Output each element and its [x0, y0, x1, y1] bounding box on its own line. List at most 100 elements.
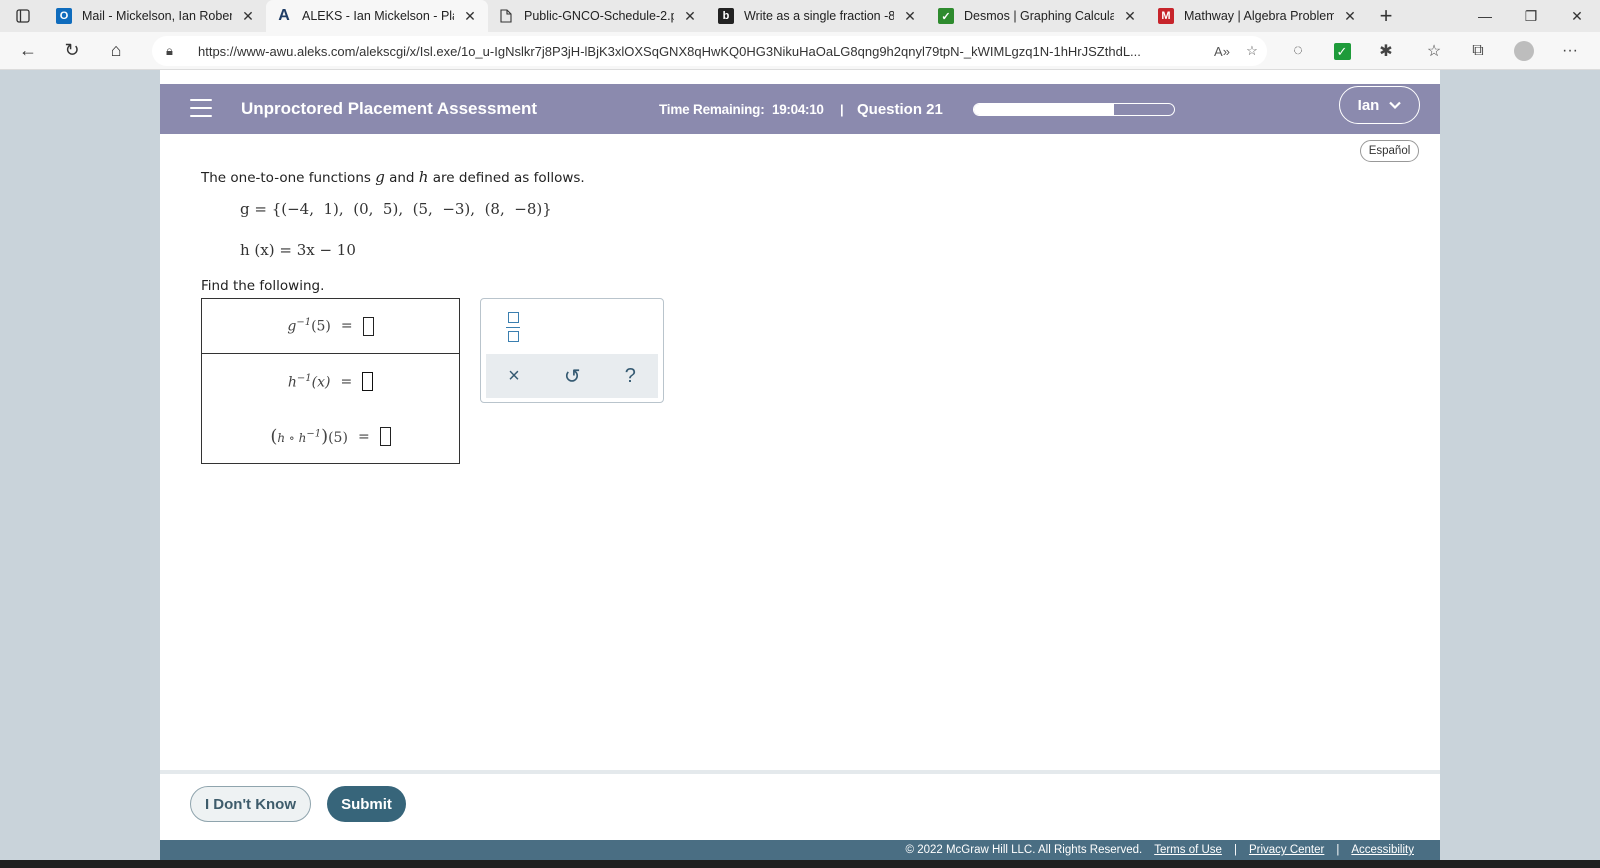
refresh-icon[interactable]: ↻: [50, 32, 94, 70]
header-separator: |: [840, 102, 844, 117]
answer-row-g-inverse: g−1(5) =: [202, 299, 459, 354]
lock-icon: 🔒︎: [166, 43, 173, 58]
user-menu-button[interactable]: Ian: [1339, 86, 1420, 124]
footer-separator: |: [1336, 844, 1340, 856]
home-icon[interactable]: ⌂: [94, 32, 138, 70]
collections-icon[interactable]: ⧉: [1458, 32, 1498, 70]
page-title: Unproctored Placement Assessment: [241, 99, 538, 118]
argument: (5): [311, 318, 331, 335]
action-bar: I Don't Know Submit: [160, 770, 1440, 832]
func-name: h ∘ h: [277, 431, 307, 445]
copyright-bar: © 2022 McGraw Hill LLC. All Rights Reser…: [160, 840, 1440, 860]
argument: (5): [328, 430, 348, 446]
answer-input-1[interactable]: [362, 316, 374, 336]
profile-icon[interactable]: [1504, 32, 1544, 70]
answer-input-3[interactable]: [379, 427, 391, 446]
extensions-icon[interactable]: ✱: [1366, 32, 1406, 70]
dont-know-button[interactable]: I Don't Know: [190, 786, 311, 822]
url-field[interactable]: 🔒︎ https://www-awu.aleks.com/alekscgi/x/…: [152, 36, 1267, 66]
close-window-icon[interactable]: ✕: [1554, 0, 1600, 32]
time-remaining-label: Time Remaining:: [659, 102, 765, 117]
favorite-add-icon[interactable]: ☆: [1237, 43, 1267, 59]
accessibility-link[interactable]: Accessibility: [1351, 844, 1414, 856]
problem-intro: The one-to-one functions g and h are def…: [201, 168, 585, 186]
answer-row-composition: (h ∘ h−1)(5) =: [202, 409, 459, 464]
tab-close-icon[interactable]: ✕: [1122, 8, 1138, 25]
tab-close-icon[interactable]: ✕: [902, 8, 918, 25]
func-name: g: [287, 318, 297, 335]
inverse-sup: −1: [296, 372, 312, 384]
intro-text: and: [384, 170, 419, 186]
favorites-icon[interactable]: ☆: [1414, 32, 1454, 70]
func-name: h: [287, 374, 297, 391]
tab-close-icon[interactable]: ✕: [1342, 8, 1358, 25]
browser-tab-bar: O Mail - Mickelson, Ian Robert - ✕ A ALE…: [0, 0, 1600, 32]
expression: g−1(5): [287, 317, 331, 335]
tab-title: Desmos | Graphing Calculator: [964, 9, 1114, 23]
tab-aleks[interactable]: A ALEKS - Ian Mickelson - Place ✕: [266, 0, 488, 32]
tab-close-icon[interactable]: ✕: [240, 8, 256, 25]
expression: (h ∘ h−1)(5): [270, 426, 348, 447]
address-bar: ← ↻ ⌂ 🔒︎ https://www-awu.aleks.com/aleks…: [0, 32, 1600, 70]
tracking-icon[interactable]: ◌: [1278, 32, 1318, 70]
equation-h: h (x) = 3x − 10: [240, 241, 356, 259]
url-text: https://www-awu.aleks.com/alekscgi/x/Isl…: [198, 43, 1141, 59]
espanol-button[interactable]: Español: [1360, 140, 1419, 162]
read-aloud-icon[interactable]: A»: [1207, 44, 1237, 59]
window-controls: — ❐ ✕: [1462, 0, 1600, 32]
tab-actions-icon: [16, 9, 30, 23]
fraction-icon[interactable]: [505, 312, 521, 342]
brainly-icon: b: [718, 8, 734, 24]
extension-check-icon[interactable]: ✓: [1322, 32, 1362, 70]
tab-actions-button[interactable]: [0, 0, 46, 32]
tab-brainly[interactable]: b Write as a single fraction -8c- ✕: [708, 0, 928, 32]
chevron-down-icon: [1389, 101, 1402, 110]
find-instruction: Find the following.: [201, 278, 325, 294]
more-menu-icon[interactable]: ···: [1550, 32, 1590, 70]
submit-button[interactable]: Submit: [327, 786, 406, 822]
new-tab-button[interactable]: +: [1368, 0, 1404, 32]
tab-desmos[interactable]: ✓ Desmos | Graphing Calculator ✕: [928, 0, 1148, 32]
undo-icon[interactable]: ↺: [564, 364, 581, 389]
menu-icon[interactable]: [190, 99, 212, 117]
progress-fill: [974, 104, 1114, 115]
back-icon[interactable]: ←: [6, 32, 50, 70]
intro-text: The one-to-one functions: [201, 170, 376, 186]
answer-table: g−1(5) = h−1(x) = (h ∘ h−1)(5) =: [201, 298, 460, 464]
tab-schedule-pdf[interactable]: Public-GNCO-Schedule-2.pdf ✕: [488, 0, 708, 32]
terms-link[interactable]: Terms of Use: [1154, 844, 1222, 856]
os-taskbar: [0, 860, 1600, 868]
tab-mail[interactable]: O Mail - Mickelson, Ian Robert - ✕: [46, 0, 266, 32]
question-number: Question 21: [857, 101, 943, 118]
tab-title: Write as a single fraction -8c-: [744, 9, 894, 23]
tab-mathway[interactable]: M Mathway | Algebra Problem S ✕: [1148, 0, 1368, 32]
clear-icon[interactable]: ×: [508, 365, 520, 388]
answer-input-2[interactable]: [362, 372, 374, 391]
document-icon: [498, 8, 514, 24]
tab-close-icon[interactable]: ✕: [682, 8, 698, 25]
argument: (x): [311, 374, 331, 391]
restore-icon[interactable]: ❐: [1508, 0, 1554, 32]
mathway-icon: M: [1158, 8, 1174, 24]
minimize-icon[interactable]: —: [1462, 0, 1508, 32]
progress-bar: [973, 103, 1175, 116]
copyright-text: © 2022 McGraw Hill LLC. All Rights Reser…: [905, 844, 1143, 856]
equals-sign: =: [340, 373, 353, 390]
aleks-page: Unproctored Placement Assessment Time Re…: [160, 70, 1440, 868]
desmos-icon: ✓: [938, 8, 954, 24]
equation-g: g = {(−4, 1), (0, 5), (5, −3), (8, −8)}: [240, 200, 552, 218]
palette-tools: × ↺ ?: [486, 354, 658, 398]
footer-separator: |: [1233, 844, 1237, 856]
help-icon[interactable]: ?: [625, 365, 636, 388]
equals-sign: =: [357, 428, 370, 445]
inverse-sup: −1: [296, 317, 312, 329]
inverse-sup: −1: [306, 428, 322, 440]
aleks-icon: A: [278, 7, 290, 24]
outlook-icon: O: [56, 8, 72, 24]
assessment-header: Unproctored Placement Assessment Time Re…: [160, 84, 1440, 134]
tab-close-icon[interactable]: ✕: [462, 8, 478, 25]
privacy-link[interactable]: Privacy Center: [1249, 844, 1324, 856]
tab-title: Mathway | Algebra Problem S: [1184, 9, 1334, 23]
tab-title: Mail - Mickelson, Ian Robert -: [82, 9, 232, 23]
var-g: g: [375, 168, 385, 186]
